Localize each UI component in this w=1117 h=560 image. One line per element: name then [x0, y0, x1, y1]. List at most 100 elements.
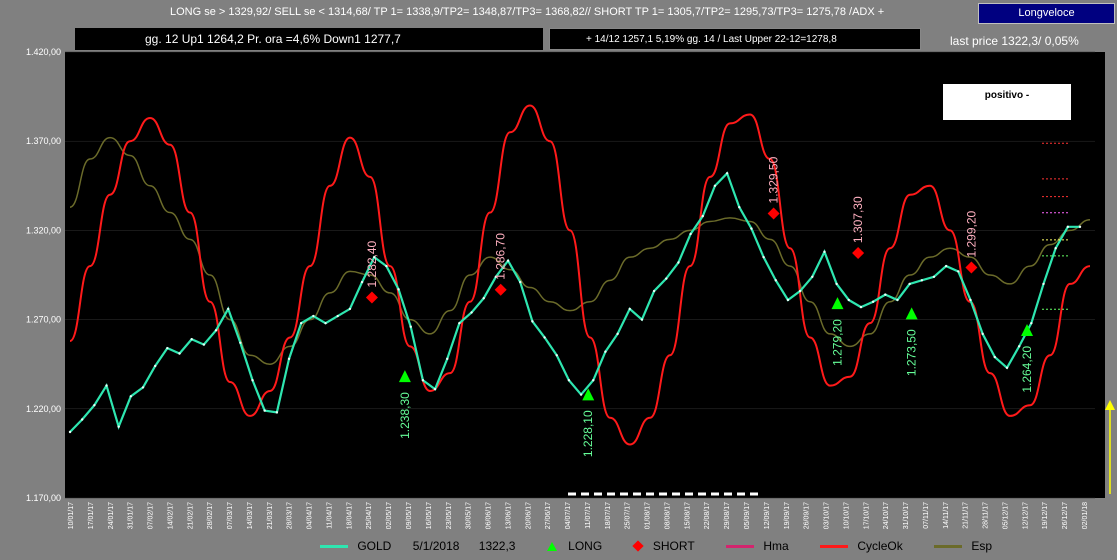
long-signal-label: 1.279,20 [831, 319, 845, 366]
x-tick-label: 04/04/17 [307, 502, 314, 529]
y-tick-label: 1.370,00 [26, 136, 61, 146]
x-tick-label: 25/04/17 [366, 502, 373, 529]
x-tick-label: 30/05/17 [466, 502, 473, 529]
long-signal-label: 1.228,10 [581, 410, 595, 457]
legend-cycle: CycleOk [820, 538, 903, 553]
gold-point [190, 338, 193, 341]
gold-point [226, 307, 230, 311]
short-signal-marker [494, 283, 507, 296]
long-signal-marker [831, 297, 844, 310]
gold-point [1030, 321, 1033, 325]
gold-point [263, 409, 266, 412]
x-tick-label: 21/11/17 [963, 502, 970, 529]
long-signal-marker [905, 307, 918, 320]
gold-point [774, 279, 777, 282]
gold-point [944, 264, 948, 268]
gold-point [153, 364, 157, 368]
x-tick-label: 02/01/18 [1082, 502, 1089, 529]
gold-point [300, 321, 303, 325]
gold-swatch [320, 544, 348, 548]
y-tick-label: 1.220,00 [26, 404, 61, 414]
x-tick-label: 14/11/17 [943, 502, 950, 529]
gold-point [482, 296, 485, 300]
x-tick-label: 24/01/17 [108, 502, 115, 529]
long-signal-marker [398, 370, 411, 383]
gold-point [701, 214, 704, 218]
x-tick-label: 06/06/17 [486, 502, 493, 529]
gold-point [835, 282, 838, 286]
gold-point [458, 321, 461, 325]
legend-cycle-label: CycleOk [857, 539, 903, 554]
x-tick-label: 18/04/17 [346, 502, 353, 529]
x-tick-label: 09/05/17 [406, 502, 413, 529]
x-tick-label: 14/02/17 [167, 502, 174, 529]
x-tick-label: 27/06/17 [545, 502, 552, 529]
gold-point [470, 311, 473, 314]
gold-point [579, 393, 583, 396]
gold-point [202, 343, 206, 346]
gold-point [1078, 225, 1082, 229]
x-tick-label: 21/03/17 [267, 502, 274, 529]
gold-point [433, 387, 437, 391]
long-triangle-icon [546, 541, 557, 551]
legend-long-label: LONG [568, 539, 603, 554]
gold-point [665, 277, 668, 280]
short-signal-label: 1.299,20 [964, 210, 978, 257]
gold-point [324, 321, 327, 325]
gold-point [239, 341, 242, 344]
y-tick-label: 1.170,00 [26, 493, 61, 503]
x-tick-label: 28/02/17 [207, 502, 214, 529]
x-tick-label: 11/04/17 [326, 502, 333, 529]
x-tick-label: 02/05/17 [386, 502, 393, 529]
legend-gold: GOLD 5/1/2018 1322,3 [320, 538, 515, 553]
gold-point [129, 395, 133, 398]
x-tick-label: 18/07/17 [605, 502, 612, 529]
gold-point [871, 300, 875, 303]
gold-point [543, 336, 546, 339]
gold-point [762, 255, 765, 259]
gold-point [993, 355, 997, 359]
chart-legend: GOLD 5/1/2018 1322,3 LONG SHORT Hma Cycl… [320, 538, 1020, 554]
x-tick-label: 05/09/17 [744, 502, 751, 529]
gold-point [251, 379, 254, 382]
gold-point [908, 282, 911, 286]
x-tick-label: 08/08/17 [664, 502, 671, 529]
gold-point [275, 411, 279, 414]
gold-point [446, 357, 449, 361]
x-tick-label: 05/12/17 [1002, 502, 1009, 529]
long-signal-marker [1021, 323, 1034, 336]
gold-point [750, 227, 753, 230]
legend-esp-label: Esp [971, 539, 993, 554]
gold-point [847, 298, 850, 302]
gold-point [105, 384, 108, 387]
short-signal-marker [965, 261, 978, 274]
legend-hma-label: Hma [763, 539, 789, 554]
short-signal-label: 1.329,50 [767, 156, 781, 203]
x-tick-label: 10/01/17 [68, 502, 75, 529]
gold-point [896, 298, 899, 302]
x-tick-label: 14/03/17 [247, 502, 254, 529]
x-tick-label: 12/09/17 [764, 502, 771, 529]
long-signal-label: 1.238,30 [398, 392, 412, 439]
short-signal-label: 1.286,70 [494, 233, 508, 280]
x-tick-label: 17/01/17 [88, 502, 95, 529]
x-tick-label: 28/11/17 [983, 502, 990, 529]
gold-point [166, 346, 169, 350]
gold-point [920, 279, 924, 282]
gold-point [652, 289, 656, 293]
x-tick-label: 01/08/17 [645, 502, 652, 529]
series-lines [68, 104, 1091, 446]
gold-point [786, 298, 790, 302]
legend-short-label: SHORT [652, 539, 695, 554]
gold-point [689, 232, 692, 236]
y-tick-label: 1.320,00 [26, 225, 61, 235]
x-tick-label: 23/05/17 [446, 502, 453, 529]
x-tick-label: 26/12/17 [1062, 502, 1069, 529]
x-tick-label: 10/10/17 [843, 502, 850, 529]
gold-point [981, 332, 984, 336]
gold-point [725, 172, 729, 175]
legend-gold-value: 1322,3 [478, 539, 516, 554]
x-tick-label: 31/10/17 [903, 502, 910, 529]
long-signal-label: 1.273,50 [905, 329, 919, 376]
gold-point [1005, 366, 1009, 369]
